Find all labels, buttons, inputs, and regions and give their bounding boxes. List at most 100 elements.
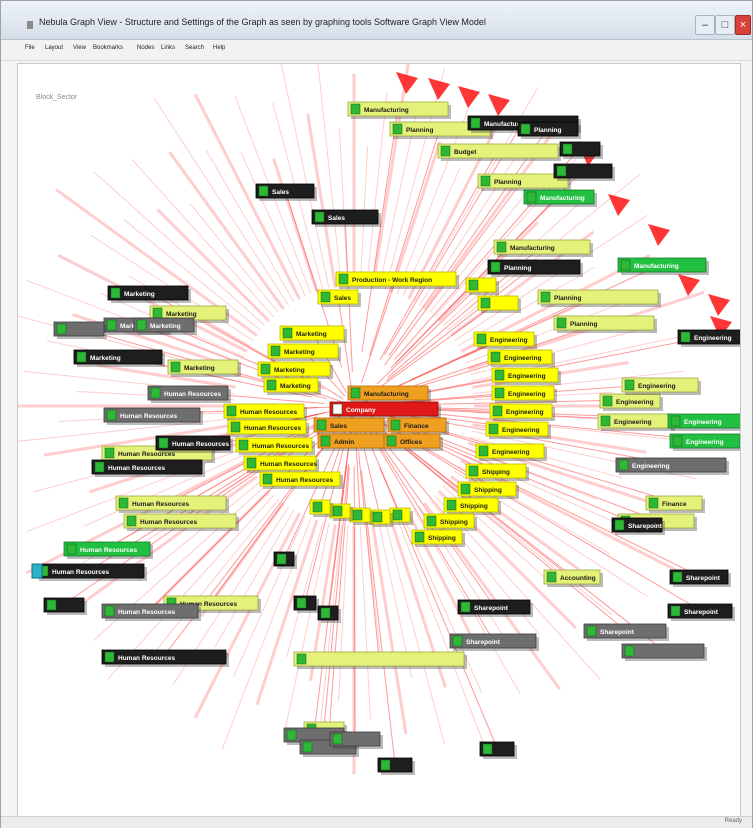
graph-node[interactable]: Engineering bbox=[669, 433, 740, 451]
graph-canvas[interactable]: Block_Sector Manufacturing Company Sales Fi… bbox=[17, 63, 741, 817]
graph-node[interactable]: Sharepoint bbox=[611, 517, 665, 535]
graph-node[interactable]: Engineering bbox=[489, 403, 555, 421]
graph-node[interactable]: Manufacturing bbox=[493, 239, 593, 257]
graph-node[interactable]: Engineering bbox=[667, 413, 740, 431]
graph-node[interactable] bbox=[621, 643, 707, 661]
graph-node[interactable]: Human Resources bbox=[91, 459, 205, 477]
graph-node[interactable]: Human Resources bbox=[101, 603, 201, 621]
graph-node[interactable] bbox=[43, 597, 87, 615]
graph-node[interactable]: Engineering bbox=[597, 413, 675, 431]
graph-node[interactable] bbox=[479, 741, 517, 759]
menu-links[interactable]: Links bbox=[161, 45, 175, 51]
graph-node[interactable]: Planning bbox=[487, 259, 583, 277]
graph-node[interactable]: Marketing bbox=[167, 359, 241, 377]
graph-node[interactable] bbox=[559, 141, 603, 159]
title-bar[interactable]: Nebula Graph View - Structure and Settin… bbox=[1, 1, 752, 40]
graph-node[interactable] bbox=[329, 731, 383, 749]
graph-node[interactable]: Sharepoint bbox=[669, 569, 731, 587]
graph-node[interactable]: Marketing bbox=[279, 325, 347, 343]
menu-layout[interactable]: Layout bbox=[45, 45, 63, 51]
menu-nodes[interactable]: Nodes bbox=[137, 45, 154, 51]
graph-node[interactable]: Human Resources bbox=[63, 541, 153, 559]
graph-node[interactable]: Engineering bbox=[473, 331, 537, 349]
graph-node[interactable]: Engineering bbox=[599, 393, 663, 411]
graph-node[interactable]: Human Resources bbox=[223, 403, 307, 421]
graph-node[interactable]: Human Resources bbox=[115, 495, 229, 513]
graph-node[interactable]: Human Resources bbox=[155, 435, 233, 453]
graph-node[interactable]: Accounting bbox=[543, 569, 603, 587]
graph-node[interactable]: Sales bbox=[317, 289, 361, 307]
graph-node[interactable]: Marketing bbox=[257, 361, 333, 379]
graph-node[interactable]: Manufacturing bbox=[523, 189, 597, 207]
graph-node[interactable] bbox=[465, 277, 499, 295]
menu-bookmarks[interactable]: Bookmarks bbox=[93, 45, 123, 51]
minimize-button[interactable]: – bbox=[695, 15, 715, 35]
graph-node[interactable]: Planning bbox=[553, 315, 657, 333]
graph-node[interactable] bbox=[349, 507, 373, 525]
graph-node[interactable]: Engineering bbox=[621, 377, 701, 395]
graph-node[interactable]: Human Resources bbox=[235, 437, 315, 455]
graph-node[interactable]: Sales bbox=[313, 417, 387, 435]
graph-node[interactable]: Shipping bbox=[443, 497, 501, 515]
graph-node[interactable]: Admin bbox=[317, 433, 387, 451]
graph-node[interactable]: Human Resources bbox=[243, 455, 319, 473]
graph-node[interactable] bbox=[329, 503, 353, 521]
graph-node[interactable]: Human Resources bbox=[227, 419, 309, 437]
graph-node[interactable]: Human Resources bbox=[147, 385, 231, 403]
graph-node[interactable] bbox=[553, 163, 615, 181]
graph-node[interactable]: Marketing bbox=[73, 349, 165, 367]
graph-node[interactable]: Shipping bbox=[423, 513, 477, 531]
graph-node[interactable]: Marketing bbox=[133, 317, 197, 335]
graph-node[interactable]: Human Resources bbox=[103, 407, 203, 425]
graph-node[interactable]: Human Resources bbox=[35, 563, 147, 581]
graph-node[interactable]: Engineering bbox=[615, 457, 729, 475]
graph-node[interactable]: Marketing bbox=[107, 285, 191, 303]
maximize-button[interactable]: □ bbox=[715, 15, 735, 35]
menu-file[interactable]: File bbox=[25, 45, 35, 51]
graph-node[interactable]: Engineering bbox=[485, 421, 551, 439]
radial-graph[interactable]: Manufacturing Company Sales Finance Admin Off… bbox=[18, 64, 740, 816]
graph-node[interactable]: Sales bbox=[311, 209, 381, 227]
graph-node[interactable] bbox=[293, 651, 467, 669]
menu-help[interactable]: Help bbox=[213, 45, 225, 51]
graph-node[interactable]: Finance bbox=[645, 495, 705, 513]
graph-node[interactable]: Engineering bbox=[491, 385, 557, 403]
graph-node[interactable]: Planning bbox=[537, 289, 661, 307]
graph-node[interactable]: Marketing bbox=[263, 377, 321, 395]
graph-node[interactable]: Budget bbox=[437, 143, 561, 161]
graph-node[interactable] bbox=[293, 595, 319, 613]
graph-node[interactable]: Sharepoint bbox=[457, 599, 533, 617]
graph-node[interactable] bbox=[477, 295, 521, 313]
graph-node[interactable]: Sharepoint bbox=[583, 623, 669, 641]
graph-node[interactable]: Manufacturing bbox=[347, 101, 451, 119]
graph-node[interactable] bbox=[377, 757, 415, 775]
graph-node[interactable]: Sales bbox=[255, 183, 317, 201]
menu-view[interactable]: View bbox=[73, 45, 86, 51]
graph-node[interactable]: Engineering bbox=[491, 367, 561, 385]
graph-node[interactable] bbox=[309, 499, 333, 517]
graph-node[interactable]: Shipping bbox=[465, 463, 529, 481]
graph-node[interactable]: Shipping bbox=[411, 529, 465, 547]
graph-node[interactable] bbox=[389, 507, 413, 525]
graph-node[interactable]: Manufacturing bbox=[617, 257, 709, 275]
graph-node[interactable]: Marketing bbox=[267, 343, 341, 361]
graph-node[interactable] bbox=[31, 563, 43, 579]
graph-node[interactable]: Human Resources bbox=[123, 513, 239, 531]
graph-node[interactable]: Engineering bbox=[475, 443, 547, 461]
graph-node[interactable] bbox=[369, 509, 393, 527]
graph-node[interactable] bbox=[53, 321, 107, 339]
graph-node[interactable] bbox=[273, 551, 297, 569]
graph-node[interactable]: Engineering bbox=[677, 329, 740, 347]
graph-node[interactable] bbox=[317, 605, 341, 623]
graph-node[interactable]: Sharepoint bbox=[449, 633, 539, 651]
graph-node[interactable]: Human Resources bbox=[101, 649, 229, 667]
graph-node[interactable]: Offices bbox=[383, 433, 443, 451]
graph-node[interactable]: Shipping bbox=[457, 481, 519, 499]
graph-node[interactable]: Company bbox=[329, 401, 441, 419]
graph-node[interactable]: Planning bbox=[517, 121, 581, 139]
graph-node[interactable]: Production - Work Region bbox=[335, 271, 459, 289]
menu-search[interactable]: Search bbox=[185, 45, 204, 51]
graph-node[interactable]: Sharepoint bbox=[667, 603, 735, 621]
close-button[interactable]: × bbox=[735, 15, 751, 35]
graph-node[interactable]: Engineering bbox=[487, 349, 555, 367]
